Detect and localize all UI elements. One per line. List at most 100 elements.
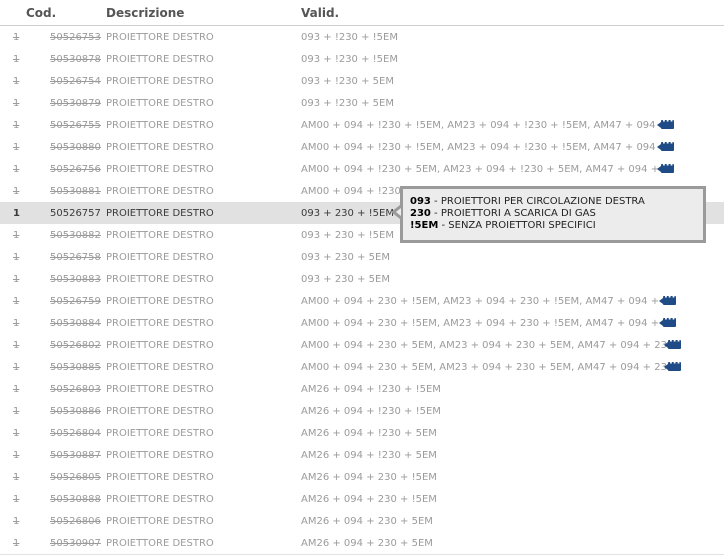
table-row[interactable]: 1 50530886 PROIETTORE DESTRO AM26 + 094 + !…: [0, 400, 724, 423]
table-row[interactable]: 1 50530885 PROIETTORE DESTRO AM00 + 094 + 2…: [0, 356, 724, 379]
row-quantity: 1: [13, 186, 20, 197]
tooltip-line: 230 - PROIETTORI A SCARICA DI GAS: [410, 208, 596, 219]
row-validity: 093 + 230 + !5EM: [301, 230, 394, 241]
row-code: 50526806: [50, 516, 101, 527]
table-row[interactable]: 1 50530888 PROIETTORE DESTRO AM26 + 094 + 2…: [0, 488, 724, 511]
row-validity: AM26 + 094 + 230 + !5EM: [301, 494, 437, 505]
speech-bubble-icon[interactable]: [657, 160, 674, 173]
row-validity: AM26 + 094 + !230 + 5EM: [301, 450, 437, 461]
row-code: 50530885: [50, 362, 101, 373]
table-row[interactable]: 1 50526803 PROIETTORE DESTRO AM26 + 094 + !…: [0, 378, 724, 401]
table-row[interactable]: 1 50526805 PROIETTORE DESTRO AM26 + 094 + 2…: [0, 466, 724, 489]
row-validity: AM26 + 094 + 230 + !5EM: [301, 472, 437, 483]
row-code: 50526756: [50, 164, 101, 175]
row-code: 50530879: [50, 98, 101, 109]
row-description: PROIETTORE DESTRO: [106, 186, 214, 197]
row-quantity: 1: [13, 208, 20, 219]
row-validity: 093 + !230 + !5EM: [301, 32, 398, 43]
row-description: PROIETTORE DESTRO: [106, 164, 214, 175]
speech-bubble-icon[interactable]: [664, 336, 681, 349]
header-validity: Valid.: [301, 6, 340, 20]
row-validity: AM00 + 094 + !230: [301, 186, 401, 197]
row-description: PROIETTORE DESTRO: [106, 538, 214, 549]
row-quantity: 1: [13, 340, 20, 351]
row-quantity: 1: [13, 384, 20, 395]
row-quantity: 1: [13, 76, 20, 87]
row-code: 50530886: [50, 406, 101, 417]
row-description: PROIETTORE DESTRO: [106, 406, 214, 417]
row-code: 50530883: [50, 274, 101, 285]
row-code: 50526803: [50, 384, 101, 395]
row-description: PROIETTORE DESTRO: [106, 472, 214, 483]
row-validity: AM26 + 094 + 230 + 5EM: [301, 538, 433, 549]
table-row[interactable]: 1 50530883 PROIETTORE DESTRO 093 + 230 + 5E…: [0, 268, 724, 291]
row-code: 50526805: [50, 472, 101, 483]
row-validity: 093 + 230 + 5EM: [301, 274, 390, 285]
row-quantity: 1: [13, 318, 20, 329]
row-code: 50526755: [50, 120, 101, 131]
row-code: 50526759: [50, 296, 101, 307]
row-code: 50526802: [50, 340, 101, 351]
speech-bubble-icon[interactable]: [657, 138, 674, 151]
table-row[interactable]: 1 50530878 PROIETTORE DESTRO 093 + !230 + !…: [0, 48, 724, 71]
row-quantity: 1: [13, 252, 20, 263]
row-validity: AM26 + 094 + !230 + 5EM: [301, 428, 437, 439]
table-row[interactable]: 1 50530887 PROIETTORE DESTRO AM26 + 094 + !…: [0, 444, 724, 467]
row-quantity: 1: [13, 428, 20, 439]
row-code: 50526754: [50, 76, 101, 87]
table-row[interactable]: 1 50530907 PROIETTORE DESTRO AM26 + 094 + 2…: [0, 532, 724, 555]
table-row[interactable]: 1 50526804 PROIETTORE DESTRO AM26 + 094 + !…: [0, 422, 724, 445]
row-description: PROIETTORE DESTRO: [106, 296, 214, 307]
row-description: PROIETTORE DESTRO: [106, 516, 214, 527]
row-description: PROIETTORE DESTRO: [106, 494, 214, 505]
row-code: 50530907: [50, 538, 101, 549]
row-quantity: 1: [13, 516, 20, 527]
row-quantity: 1: [13, 164, 20, 175]
row-code: 50530884: [50, 318, 101, 329]
speech-bubble-icon[interactable]: [657, 116, 674, 129]
row-quantity: 1: [13, 472, 20, 483]
header-description: Descrizione: [106, 6, 185, 20]
row-code: 50530887: [50, 450, 101, 461]
table-row[interactable]: 1 50530879 PROIETTORE DESTRO 093 + !230 + 5…: [0, 92, 724, 115]
row-validity: AM00 + 094 + 230 + 5EM, AM23 + 094 + 230…: [301, 340, 674, 351]
table-header: Cod. Descrizione Valid.: [0, 0, 724, 26]
row-code: 50526753: [50, 32, 101, 43]
speech-bubble-icon[interactable]: [659, 314, 676, 327]
row-description: PROIETTORE DESTRO: [106, 120, 214, 131]
tooltip-text: - PROIETTORI A SCARICA DI GAS: [430, 208, 596, 219]
table-row[interactable]: 1 50526755 PROIETTORE DESTRO AM00 + 094 + !…: [0, 114, 724, 137]
table-row[interactable]: 1 50530880 PROIETTORE DESTRO AM00 + 094 + !…: [0, 136, 724, 159]
row-quantity: 1: [13, 406, 20, 417]
row-validity: AM00 + 094 + !230 + !5EM, AM23 + 094 + !…: [301, 120, 668, 131]
row-quantity: 1: [13, 296, 20, 307]
row-quantity: 1: [13, 450, 20, 461]
tooltip-line: 093 - PROIETTORI PER CIRCOLAZIONE DESTRA: [410, 196, 645, 207]
table-row[interactable]: 1 50526806 PROIETTORE DESTRO AM26 + 094 + 2…: [0, 510, 724, 533]
row-description: PROIETTORE DESTRO: [106, 340, 214, 351]
tooltip-line: !5EM - SENZA PROIETTORI SPECIFICI: [410, 220, 596, 231]
tooltip-code: 230: [410, 208, 431, 219]
row-validity: AM26 + 094 + !230 + !5EM: [301, 406, 441, 417]
table-row[interactable]: 1 50526759 PROIETTORE DESTRO AM00 + 094 + 2…: [0, 290, 724, 313]
row-description: PROIETTORE DESTRO: [106, 450, 214, 461]
row-quantity: 1: [13, 230, 20, 241]
table-row[interactable]: 1 50526758 PROIETTORE DESTRO 093 + 230 + 5E…: [0, 246, 724, 269]
row-validity: AM00 + 094 + 230 + !5EM, AM23 + 094 + 23…: [301, 296, 669, 307]
table-row[interactable]: 1 50526753 PROIETTORE DESTRO 093 + !230 + !…: [0, 26, 724, 49]
table-row[interactable]: 1 50526802 PROIETTORE DESTRO AM00 + 094 + 2…: [0, 334, 724, 357]
row-quantity: 1: [13, 98, 20, 109]
row-quantity: 1: [13, 362, 20, 373]
row-code: 50526804: [50, 428, 101, 439]
row-validity: 093 + 230 + 5EM: [301, 252, 390, 263]
speech-bubble-icon[interactable]: [664, 358, 681, 371]
table-row[interactable]: 1 50526754 PROIETTORE DESTRO 093 + !230 + 5…: [0, 70, 724, 93]
speech-bubble-icon[interactable]: [659, 292, 676, 305]
row-code: 50526758: [50, 252, 101, 263]
row-description: PROIETTORE DESTRO: [106, 230, 214, 241]
table-row[interactable]: 1 50526756 PROIETTORE DESTRO AM00 + 094 + !…: [0, 158, 724, 181]
table-row[interactable]: 1 50530884 PROIETTORE DESTRO AM00 + 094 + 2…: [0, 312, 724, 335]
validity-tooltip: 093 - PROIETTORI PER CIRCOLAZIONE DESTRA…: [391, 186, 706, 243]
row-quantity: 1: [13, 274, 20, 285]
row-description: PROIETTORE DESTRO: [106, 142, 214, 153]
